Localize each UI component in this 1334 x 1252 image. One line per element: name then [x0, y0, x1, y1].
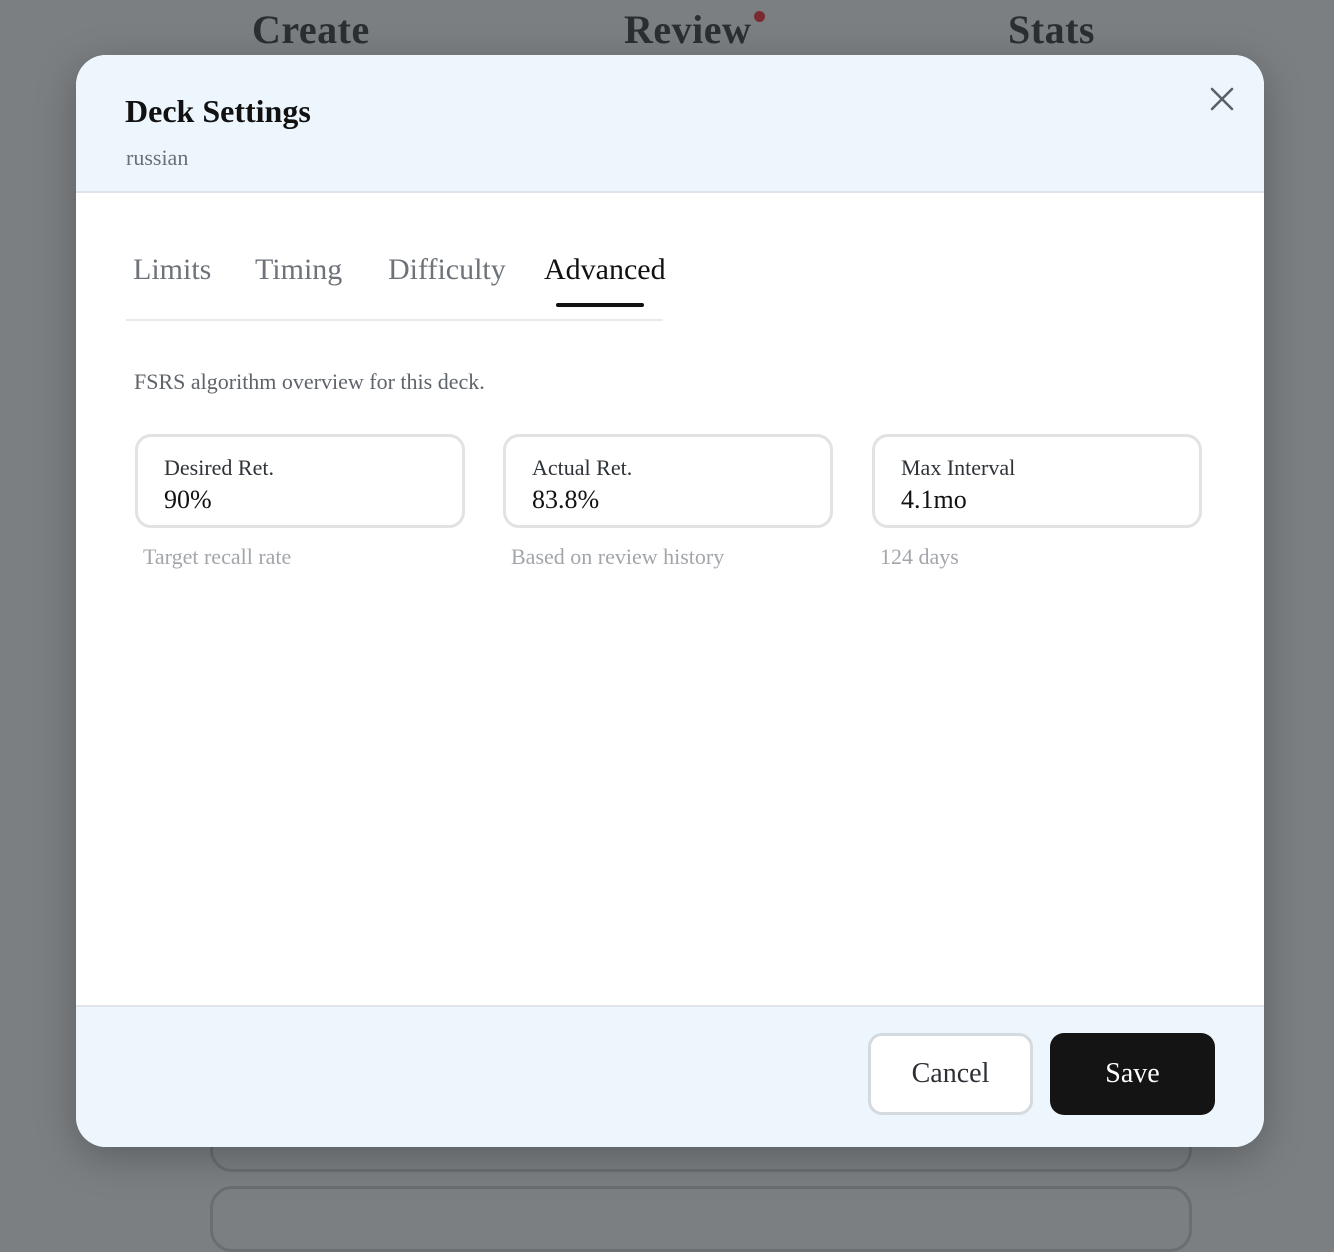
stat-value: 83.8%: [532, 485, 600, 514]
tab-limits[interactable]: Limits: [133, 253, 211, 287]
section-description: FSRS algorithm overview for this deck.: [134, 369, 485, 394]
close-icon: [1210, 87, 1234, 111]
cancel-button[interactable]: Cancel: [868, 1033, 1033, 1115]
tab-timing[interactable]: Timing: [255, 253, 342, 287]
stat-label: Max Interval: [901, 455, 1016, 480]
nav-create: Create: [252, 7, 370, 52]
nav-review: Review: [624, 7, 752, 52]
stat-note: Target recall rate: [143, 544, 292, 569]
stat-value: 4.1mo: [901, 485, 967, 514]
save-button[interactable]: Save: [1050, 1033, 1215, 1115]
stat-value: 90%: [164, 485, 212, 514]
modal-footer: Cancel Save: [76, 1005, 1264, 1147]
stat-label: Actual Ret.: [532, 455, 633, 480]
background-card: [210, 1186, 1192, 1252]
stat-label: Desired Ret.: [164, 455, 274, 480]
nav-stats: Stats: [1008, 7, 1095, 52]
background-nav: Create Review Stats: [0, 6, 1334, 56]
close-button[interactable]: [1202, 79, 1242, 119]
modal-title: Deck Settings: [125, 93, 311, 129]
active-tab-indicator: [556, 303, 644, 307]
tab-difficulty[interactable]: Difficulty: [388, 253, 506, 287]
stat-card-max-interval: Max Interval 4.1mo: [872, 434, 1202, 528]
stat-note: 124 days: [880, 544, 959, 569]
deck-settings-modal: Deck Settings russian Limits Timing Diff…: [76, 55, 1264, 1147]
stat-card-desired-retention: Desired Ret. 90%: [135, 434, 465, 528]
deck-name: russian: [126, 145, 189, 170]
notification-dot: [754, 11, 765, 22]
settings-tabs: Limits Timing Difficulty Advanced: [126, 243, 666, 321]
modal-header: Deck Settings russian: [76, 55, 1264, 193]
stat-note: Based on review history: [511, 544, 725, 569]
stat-card-actual-retention: Actual Ret. 83.8%: [503, 434, 833, 528]
tab-advanced[interactable]: Advanced: [544, 253, 666, 287]
